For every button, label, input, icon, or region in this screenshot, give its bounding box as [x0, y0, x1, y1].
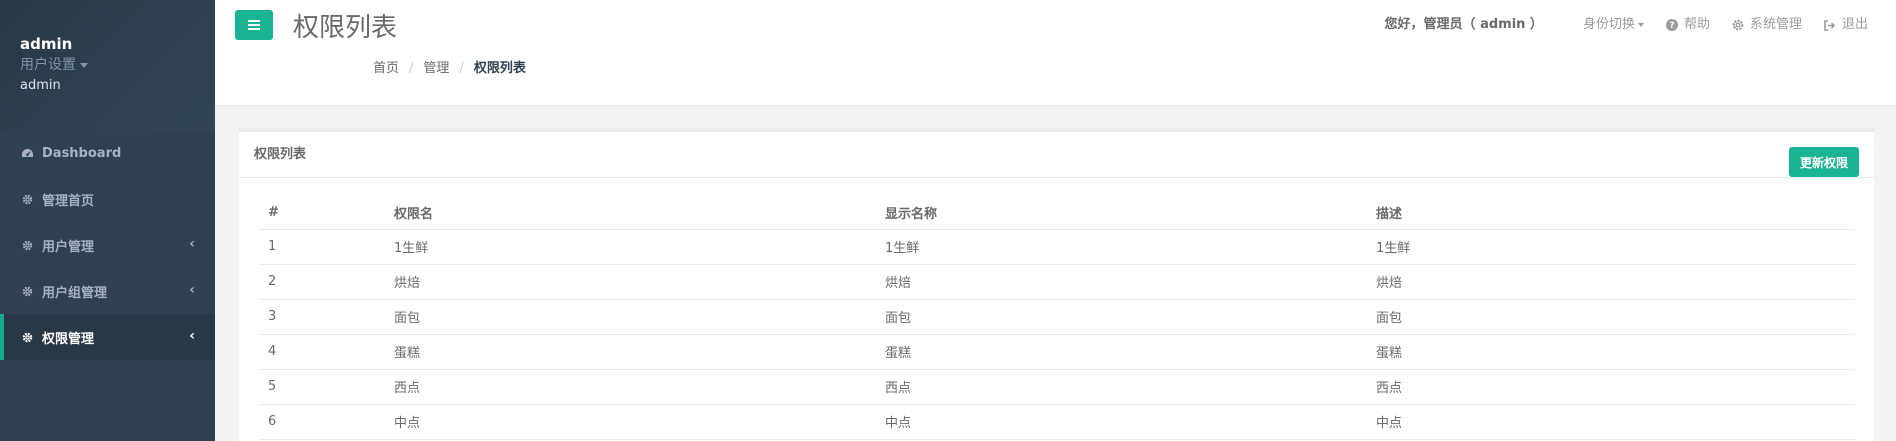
cell-display-name: 烘焙	[876, 264, 1367, 300]
gear-icon	[20, 238, 34, 252]
cell-display-name: 1生鲜	[876, 229, 1367, 265]
user-profile: admin 用户设置 admin	[0, 0, 215, 130]
question-circle-icon: ?	[1665, 19, 1678, 31]
caret-down-icon	[80, 62, 88, 68]
update-permissions-button[interactable]: 更新权限	[1789, 147, 1859, 177]
user-settings-dropdown[interactable]: 用户设置	[20, 55, 195, 75]
chevron-left-icon: ‹	[189, 282, 195, 298]
profile-role: admin	[20, 78, 61, 93]
cell-description: 西点	[1367, 369, 1855, 405]
gear-icon	[20, 284, 34, 298]
cell-description: 中点	[1367, 404, 1855, 440]
sidebar-item-admin-home[interactable]: 管理首页	[0, 176, 215, 222]
top-header: 权限列表 首页 / 管理 / 权限列表 您好，管理员（ admin ） 身份切换 ? 帮…	[215, 0, 1896, 106]
sidebar-item-label: 用户组管理	[42, 285, 108, 301]
system-management-link[interactable]: 系统管理	[1732, 16, 1802, 34]
top-nav-right: 您好，管理员（ admin ） 身份切换 ? 帮助 系统管理 退出	[1385, 16, 1868, 34]
breadcrumb-home[interactable]: 首页	[373, 61, 399, 76]
dashboard-icon	[20, 146, 34, 160]
sidebar-item-permission-management[interactable]: 权限管理 ‹	[0, 314, 215, 360]
permissions-table: # 权限名 显示名称 描述 1 1生鲜 1生鲜 1生鲜 2 烘焙 烘焙 烘焙 3…	[259, 196, 1855, 440]
sidebar-item-label: 用户管理	[42, 239, 95, 255]
help-link[interactable]: ? 帮助	[1665, 16, 1710, 34]
sidebar-item-dashboard[interactable]: Dashboard	[0, 130, 215, 176]
cell-index: 2	[259, 264, 385, 300]
cell-index: 4	[259, 334, 385, 370]
menu-toggle-button[interactable]	[235, 10, 273, 40]
user-settings-label: 用户设置	[20, 57, 76, 73]
cell-name: 中点	[385, 404, 876, 440]
sidebar-item-user-management[interactable]: 用户管理 ‹	[0, 222, 215, 268]
cell-description: 蛋糕	[1367, 334, 1855, 370]
table-row: 6 中点 中点 中点	[259, 404, 1855, 440]
cell-display-name: 中点	[876, 404, 1367, 440]
cell-name: 1生鲜	[385, 229, 876, 265]
svg-text:?: ?	[1669, 21, 1674, 31]
cell-index: 6	[259, 404, 385, 440]
hamburger-icon	[248, 20, 260, 30]
cell-display-name: 面包	[876, 299, 1367, 335]
welcome-message: 您好，管理员（ admin ）	[1384, 17, 1543, 32]
gear-icon	[20, 192, 34, 206]
table-row: 2 烘焙 烘焙 烘焙	[259, 264, 1855, 300]
cell-description: 面包	[1367, 299, 1855, 335]
identity-switch-dropdown[interactable]: 身份切换	[1583, 16, 1644, 34]
logout-label: 退出	[1841, 17, 1868, 32]
caret-down-icon	[1637, 23, 1644, 27]
gear-icon	[20, 330, 34, 344]
breadcrumb-separator: /	[459, 61, 464, 76]
table-row: 4 蛋糕 蛋糕 蛋糕	[259, 334, 1855, 370]
page-title: 权限列表	[293, 13, 398, 43]
cell-description: 1生鲜	[1367, 229, 1855, 265]
column-header-description: 描述	[1367, 196, 1855, 230]
sidebar-item-usergroup-management[interactable]: 用户组管理 ‹	[0, 268, 215, 314]
column-header-display-name: 显示名称	[876, 196, 1367, 230]
breadcrumb-manage[interactable]: 管理	[423, 61, 449, 76]
cell-name: 西点	[385, 369, 876, 405]
chevron-left-icon: ‹	[189, 328, 195, 344]
sign-out-icon	[1824, 19, 1836, 31]
sidebar: admin 用户设置 admin Dashboard 管理首页 用户管理 ‹ 用…	[0, 0, 215, 441]
cell-name: 烘焙	[385, 264, 876, 300]
sidebar-item-label: 管理首页	[42, 193, 95, 209]
cell-index: 3	[259, 299, 385, 335]
profile-name: admin	[20, 35, 73, 53]
panel-title: 权限列表	[254, 147, 307, 162]
cell-name: 蛋糕	[385, 334, 876, 370]
breadcrumb-current: 权限列表	[473, 61, 526, 76]
cell-name: 面包	[385, 299, 876, 335]
sidebar-item-label: Dashboard	[42, 145, 122, 161]
column-header-index: #	[259, 196, 385, 230]
table-row: 3 面包 面包 面包	[259, 299, 1855, 335]
identity-switch-label: 身份切换	[1582, 17, 1635, 32]
table-header-row: # 权限名 显示名称 描述	[259, 196, 1855, 230]
cell-index: 1	[259, 229, 385, 265]
sidebar-item-label: 权限管理	[42, 331, 95, 347]
table-row: 1 1生鲜 1生鲜 1生鲜	[259, 229, 1855, 265]
cell-index: 5	[259, 369, 385, 405]
help-label: 帮助	[1683, 17, 1710, 32]
gear-icon	[1732, 19, 1744, 31]
system-management-label: 系统管理	[1749, 17, 1802, 32]
cell-description: 烘焙	[1367, 264, 1855, 300]
cell-display-name: 蛋糕	[876, 334, 1367, 370]
permission-list-panel: 权限列表 更新权限 # 权限名 显示名称 描述 1 1生鲜 1生鲜 1生鲜 2 …	[239, 128, 1874, 441]
cell-display-name: 西点	[876, 369, 1367, 405]
logout-link[interactable]: 退出	[1824, 16, 1868, 34]
table-row: 5 西点 西点 西点	[259, 369, 1855, 405]
column-header-name: 权限名	[385, 196, 876, 230]
panel-header: 权限列表 更新权限	[239, 132, 1874, 178]
header-divider	[215, 105, 827, 106]
breadcrumb: 首页 / 管理 / 权限列表	[373, 60, 526, 78]
chevron-left-icon: ‹	[189, 236, 195, 252]
breadcrumb-separator: /	[409, 61, 414, 76]
